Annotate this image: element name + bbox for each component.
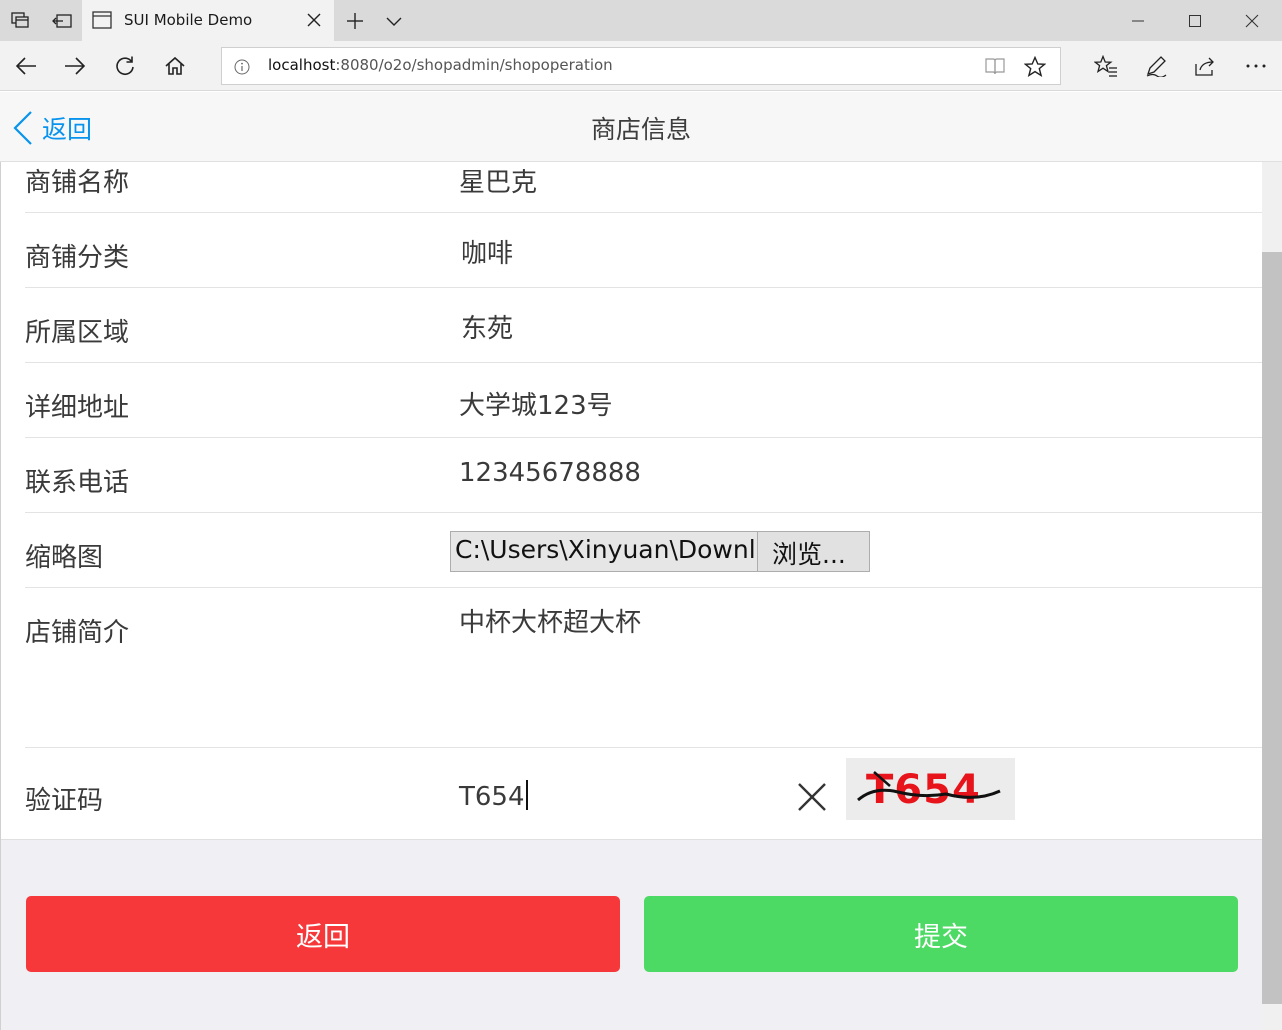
refresh-icon[interactable] <box>105 46 145 86</box>
captcha-image[interactable]: T654 <box>846 758 1015 820</box>
form-row-phone: 联系电话 12345678888 <box>25 438 1262 513</box>
page-title: 商店信息 <box>590 115 691 144</box>
back-arrow-icon[interactable] <box>6 46 46 86</box>
favorites-icon[interactable] <box>1086 46 1126 86</box>
form-row-thumbnail: 缩略图 C:\Users\Xinyuan\Downlo 浏览... <box>25 513 1262 588</box>
shop-info-form: 商铺名称 星巴克 商铺分类 咖啡 所属区域 东苑 详细地址 大学城123号 联系… <box>1 162 1262 840</box>
category-select[interactable]: 咖啡 <box>461 233 513 270</box>
url-host: localhost <box>268 56 336 74</box>
thumbnail-file-input[interactable]: C:\Users\Xinyuan\Downlo 浏览... <box>450 531 870 572</box>
form-row-area: 所属区域 东苑 <box>25 288 1262 363</box>
minimize-icon[interactable] <box>1109 0 1166 41</box>
clear-input-icon[interactable] <box>795 780 829 814</box>
address-label: 详细地址 <box>25 393 130 423</box>
area-label: 所属区域 <box>25 318 130 348</box>
forward-arrow-icon[interactable] <box>55 46 95 86</box>
area-select[interactable]: 东苑 <box>461 308 513 345</box>
submit-button[interactable]: 提交 <box>644 896 1238 972</box>
phone-label: 联系电话 <box>25 468 130 498</box>
shop-name-label: 商铺名称 <box>25 168 130 198</box>
tab-preview-chevron-down-icon[interactable] <box>374 0 414 41</box>
back-button[interactable]: 返回 <box>26 896 620 972</box>
description-textarea[interactable]: 中杯大杯超大杯 <box>459 602 641 639</box>
form-row-captcha: 验证码 T654 T654 <box>25 748 1262 839</box>
form-row-description: 店铺简介 中杯大杯超大杯 <box>25 588 1262 748</box>
favorite-star-icon[interactable] <box>1024 56 1046 78</box>
maximize-icon[interactable] <box>1166 0 1223 41</box>
set-aside-tabs-icon[interactable] <box>42 0 82 41</box>
url-path: :8080/o2o/shopadmin/shopoperation <box>335 56 613 74</box>
tab-title: SUI Mobile Demo <box>124 11 253 29</box>
form-row-address: 详细地址 大学城123号 <box>25 363 1262 438</box>
browser-navigation-bar: localhost:8080/o2o/shopadmin/shopoperati… <box>0 41 1282 91</box>
close-window-icon[interactable] <box>1223 0 1280 41</box>
thumbnail-label: 缩略图 <box>25 543 104 573</box>
captcha-input-value: T654 <box>459 782 525 812</box>
shop-name-input[interactable]: 星巴克 <box>459 162 537 199</box>
thumbnail-file-path[interactable]: C:\Users\Xinyuan\Downlo <box>450 531 758 572</box>
app-header-bar: 返回 商店信息 <box>0 92 1282 162</box>
page-scrollbar[interactable] <box>1262 162 1282 1030</box>
tab-manager-icon[interactable] <box>0 0 40 41</box>
captcha-label: 验证码 <box>25 786 104 816</box>
home-icon[interactable] <box>155 46 195 86</box>
text-caret <box>525 780 528 810</box>
close-tab-icon[interactable] <box>304 10 324 30</box>
form-row-category: 商铺分类 咖啡 <box>25 213 1262 288</box>
page-icon <box>92 11 112 29</box>
tab-sui-mobile-demo[interactable]: SUI Mobile Demo <box>82 0 334 41</box>
share-icon[interactable] <box>1185 46 1225 86</box>
form-row-shop-name: 商铺名称 星巴克 <box>25 162 1262 213</box>
browser-tab-bar: SUI Mobile Demo <box>0 0 1282 41</box>
phone-input[interactable]: 12345678888 <box>459 458 641 488</box>
category-label: 商铺分类 <box>25 243 130 273</box>
address-input[interactable]: 大学城123号 <box>459 385 613 422</box>
page-content: 商铺名称 星巴克 商铺分类 咖啡 所属区域 东苑 详细地址 大学城123号 联系… <box>0 162 1262 1030</box>
info-icon[interactable] <box>234 59 250 75</box>
address-bar[interactable]: localhost:8080/o2o/shopadmin/shopoperati… <box>221 47 1061 85</box>
description-label: 店铺简介 <box>25 618 130 648</box>
more-options-icon[interactable] <box>1236 46 1276 86</box>
new-tab-icon[interactable] <box>335 0 375 41</box>
browse-button[interactable]: 浏览... <box>758 531 870 572</box>
captcha-input[interactable]: T654 <box>459 780 528 812</box>
pen-notes-icon[interactable] <box>1136 46 1176 86</box>
url-text: localhost:8080/o2o/shopadmin/shopoperati… <box>268 56 613 74</box>
scrollbar-thumb[interactable] <box>1262 252 1282 1004</box>
reading-view-icon[interactable] <box>985 57 1005 75</box>
